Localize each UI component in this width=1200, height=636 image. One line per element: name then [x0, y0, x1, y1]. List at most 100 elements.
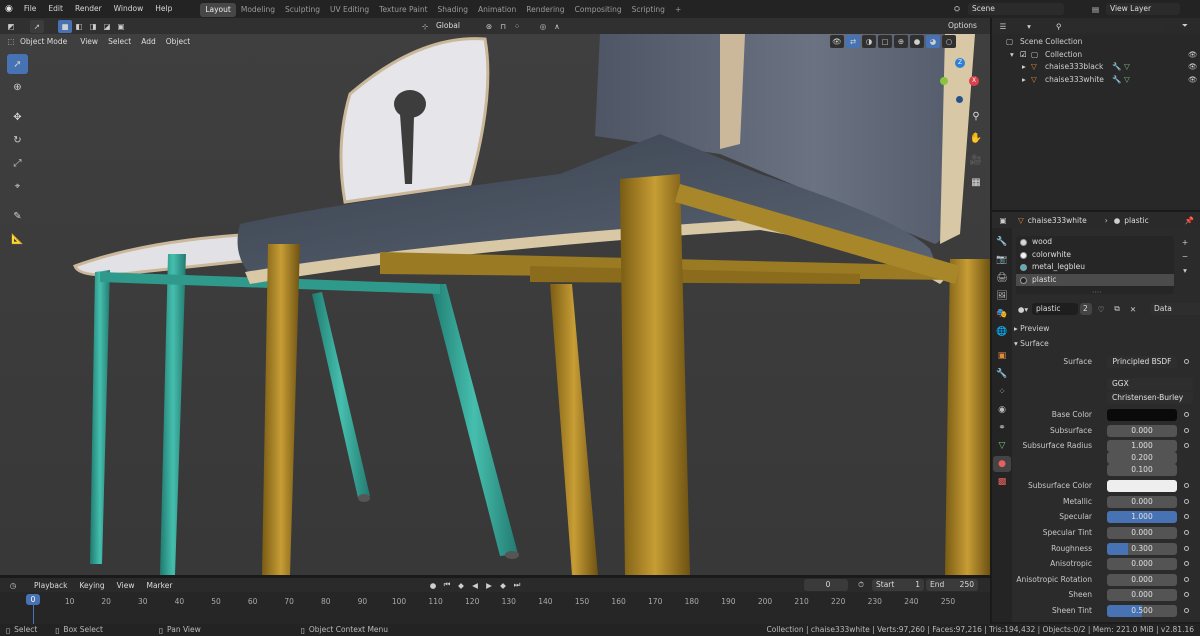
playhead[interactable]: 0	[26, 594, 40, 605]
tab-uv-editing[interactable]: UV Editing	[325, 3, 374, 17]
timeline-menu-view[interactable]: View	[111, 581, 141, 590]
invert-selection-icon[interactable]: ◪	[100, 20, 114, 33]
z-axis-icon[interactable]: Z	[955, 58, 965, 68]
sss-method-dropdown[interactable]: Christensen-Burley	[1107, 392, 1193, 404]
surface-panel-header[interactable]: ▾ Surface	[1014, 338, 1049, 350]
visibility-icon[interactable]: 👁	[1188, 61, 1198, 74]
subsurface-color-swatch[interactable]	[1107, 480, 1177, 493]
tool-tab-icon[interactable]: 🔧	[993, 234, 1011, 250]
unlink-icon[interactable]: ✕	[1126, 303, 1140, 316]
output-tab-icon[interactable]: 🖨	[993, 270, 1011, 286]
visibility-icon[interactable]: 👁	[1188, 49, 1198, 62]
proportional-falloff-icon[interactable]: ∧	[550, 20, 564, 33]
outliner-row-chaise333white[interactable]: ▸ ▽ chaise333white 🔧 ▽ 👁	[992, 74, 1200, 87]
world-tab-icon[interactable]: 🌐	[993, 324, 1011, 340]
link-socket-icon[interactable]	[1184, 576, 1189, 582]
visibility-icon[interactable]: 👁	[1188, 74, 1198, 87]
add-workspace-button[interactable]: +	[670, 3, 686, 17]
link-socket-icon[interactable]	[1184, 545, 1189, 551]
editor-type-icon[interactable]: ◩	[4, 20, 18, 33]
tab-modeling[interactable]: Modeling	[236, 3, 280, 17]
outliner-search-input[interactable]: ⚲	[1052, 20, 1166, 32]
view-layer-tab-icon[interactable]: 🖼	[993, 288, 1011, 304]
tab-animation[interactable]: Animation	[473, 3, 521, 17]
mode-icon[interactable]: ⬚	[4, 35, 18, 48]
list-resize-handle[interactable]: ····	[1092, 288, 1102, 297]
wireframe-shading-icon[interactable]: ⊕	[894, 35, 908, 48]
link-socket-icon[interactable]	[1184, 443, 1189, 449]
link-socket-icon[interactable]	[1184, 359, 1189, 364]
extend-selection-icon[interactable]: ◧	[72, 20, 86, 33]
link-socket-icon[interactable]	[1184, 608, 1189, 613]
x-axis-icon[interactable]: X	[969, 76, 979, 86]
outliner-row-chaise333black[interactable]: ▸ ▽ chaise333black 🔧 ▽ 👁	[992, 61, 1200, 74]
viewport-menu-select[interactable]: Select	[103, 37, 136, 46]
param-value-field[interactable]: 1.000	[1107, 511, 1177, 524]
pin-icon[interactable]: 📌	[1185, 216, 1194, 225]
snap-icon[interactable]: ⊓	[496, 20, 510, 33]
outliner-row-collection[interactable]: ▾ ☑ ▢ Collection 👁	[992, 49, 1200, 62]
annotate-tool-icon[interactable]: ✎	[7, 206, 28, 226]
physics-tab-icon[interactable]: ◉	[993, 402, 1011, 418]
material-browse-icon[interactable]: ●▾	[1016, 303, 1030, 316]
link-socket-icon[interactable]	[1184, 498, 1189, 504]
link-socket-icon[interactable]	[1184, 483, 1189, 489]
particles-tab-icon[interactable]: ⁘	[993, 384, 1011, 400]
area-separator[interactable]	[992, 210, 1200, 212]
options-dropdown[interactable]: Options	[944, 20, 982, 32]
outliner-row-scene-collection[interactable]: ▢ Scene Collection	[992, 36, 1200, 49]
material-slot-colorwhite[interactable]: colorwhite	[1016, 249, 1174, 262]
material-slot-metal-legbleu[interactable]: metal_legbleu	[1016, 261, 1174, 274]
rotate-tool-icon[interactable]: ↻	[7, 130, 28, 150]
object-tab-icon[interactable]: ▣	[993, 348, 1011, 364]
properties-editor-icon[interactable]: ▣	[996, 214, 1010, 227]
material-tab-icon[interactable]: ●	[993, 456, 1011, 472]
tab-scripting[interactable]: Scripting	[627, 3, 670, 17]
new-selection-icon[interactable]: ■	[58, 19, 72, 33]
zoom-icon[interactable]: ⚲	[966, 106, 986, 126]
remove-slot-icon[interactable]: −	[1178, 250, 1192, 263]
distribution-dropdown[interactable]: GGX	[1107, 378, 1193, 390]
scene-icon[interactable]: ⛭	[954, 4, 968, 14]
scale-tool-icon[interactable]: ⤢	[7, 153, 28, 173]
param-value-field[interactable]: 1.000	[1107, 440, 1177, 453]
solid-shading-icon[interactable]: ●	[910, 35, 924, 48]
base-color-swatch[interactable]	[1107, 409, 1177, 421]
filter-icon[interactable]: ⏷	[1178, 20, 1192, 33]
duplicate-icon[interactable]: ⧉	[1110, 303, 1124, 316]
menu-file[interactable]: File	[18, 0, 43, 18]
param-value-field[interactable]: 0.000	[1107, 495, 1177, 508]
param-value-field[interactable]: 0.000	[1107, 527, 1177, 539]
xray-toggle-icon[interactable]: ▢	[878, 35, 892, 48]
add-slot-icon[interactable]: +	[1178, 236, 1192, 249]
viewport-menu-object[interactable]: Object	[161, 37, 195, 46]
param-value-field[interactable]: 0.100	[1107, 464, 1177, 477]
orientation-icon[interactable]: ⊹	[418, 20, 432, 33]
tab-sculpting[interactable]: Sculpting	[280, 3, 325, 17]
scene-field[interactable]: Scene	[968, 3, 1064, 15]
3d-viewport[interactable]: ➚ ⊕ ✥ ↻ ⤢ ⌖ ✎ 📐 👁 ⇄ ◑ ▢ ⊕ ● ◕ ○ Z X ⚲ ✋ …	[0, 34, 990, 575]
measure-tool-icon[interactable]: 📐	[7, 229, 28, 249]
subtract-selection-icon[interactable]: ◨	[86, 20, 100, 33]
pivot-icon[interactable]: ⊛	[482, 20, 496, 33]
menu-edit[interactable]: Edit	[42, 0, 69, 18]
snap-target-icon[interactable]: ⁘	[510, 20, 524, 33]
tab-rendering[interactable]: Rendering	[521, 3, 569, 17]
next-keyframe-icon[interactable]: ◆	[496, 579, 510, 592]
area-separator[interactable]	[990, 18, 992, 624]
rendered-shading-icon[interactable]: ○	[942, 35, 956, 48]
timeline-editor-icon[interactable]: ◷	[6, 579, 20, 592]
grid-icon[interactable]: ▦	[966, 172, 986, 192]
record-icon[interactable]: ●	[426, 579, 440, 592]
start-frame-field[interactable]: Start 1	[872, 579, 924, 591]
jump-end-icon[interactable]: ⏭	[510, 579, 524, 592]
intersect-selection-icon[interactable]: ▣	[114, 20, 128, 33]
neg-z-axis-icon[interactable]	[956, 96, 963, 103]
checkbox-icon[interactable]: ☑	[1020, 49, 1027, 62]
object-mode-dropdown[interactable]: Object Mode	[18, 37, 75, 46]
pan-hand-icon[interactable]: ✋	[966, 128, 986, 148]
tab-compositing[interactable]: Compositing	[570, 3, 627, 17]
collapse-icon[interactable]: ▾	[1010, 49, 1014, 62]
blender-logo-icon[interactable]: ◉	[0, 4, 18, 14]
material-slot-wood[interactable]: wood	[1016, 236, 1174, 249]
